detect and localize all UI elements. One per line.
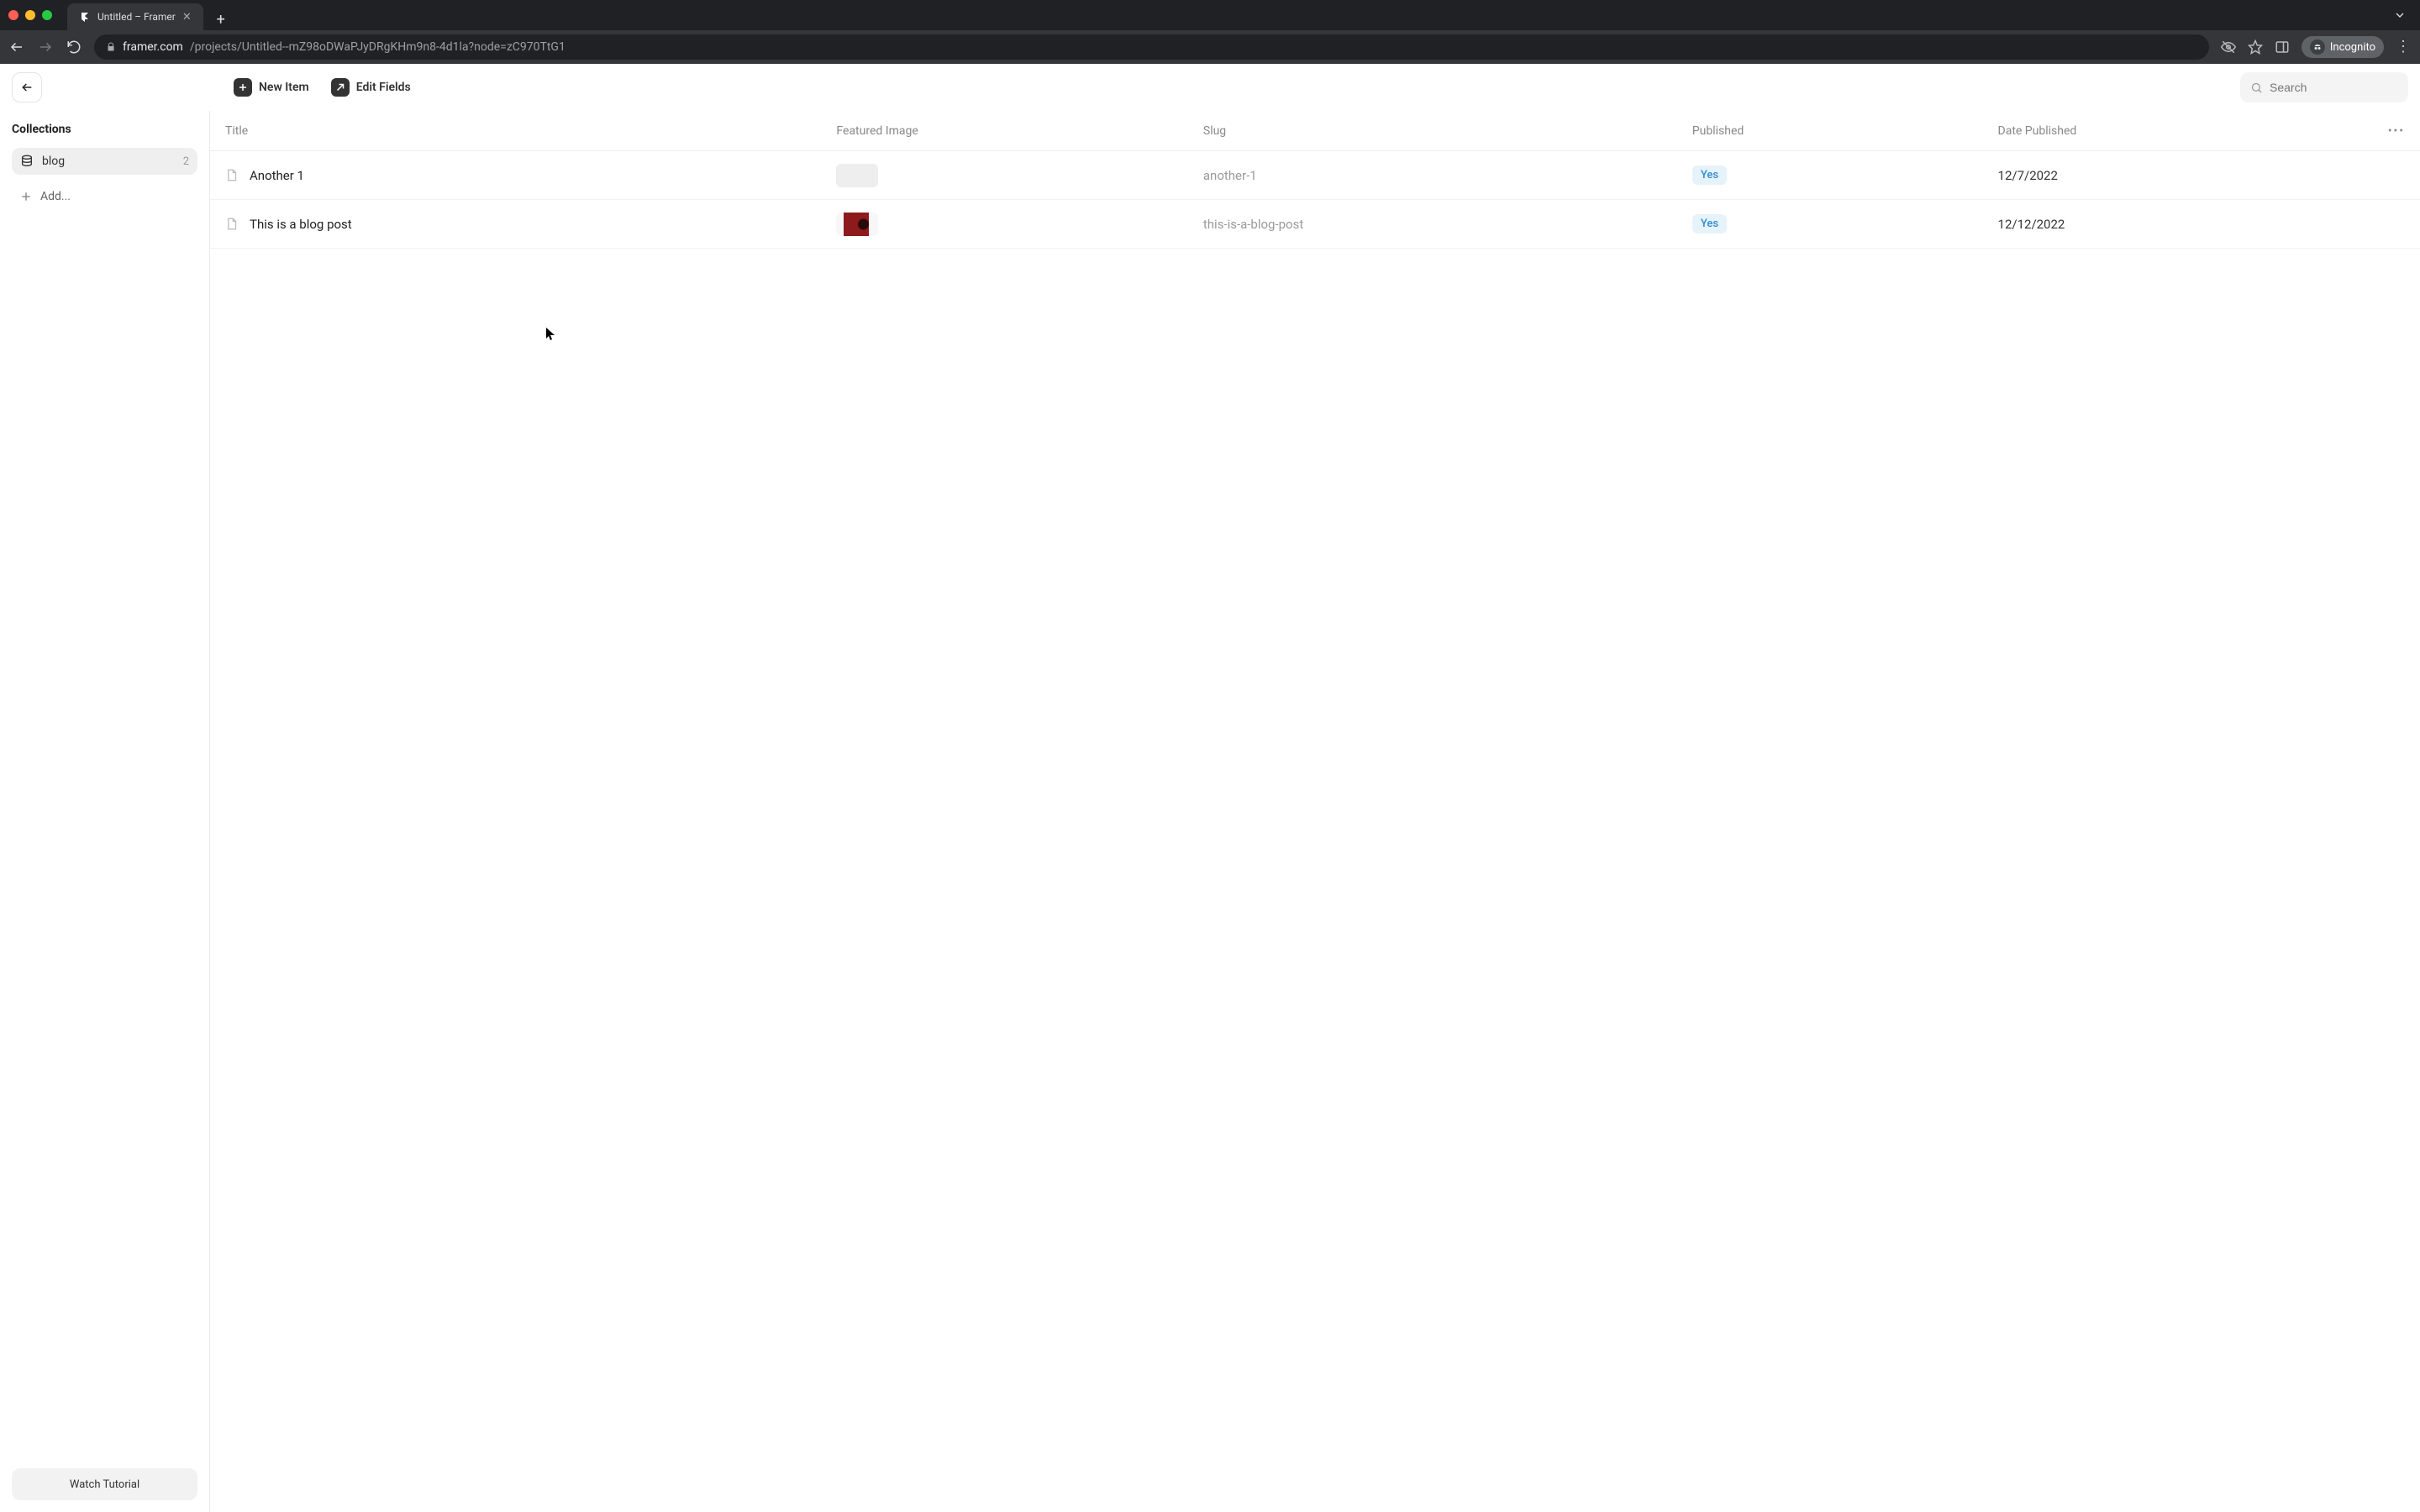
- search-field[interactable]: [2240, 72, 2408, 102]
- url-host: framer.com: [123, 40, 183, 54]
- tabstrip-chevron-icon[interactable]: [2393, 8, 2412, 22]
- row-title: This is a blog post: [250, 217, 352, 232]
- col-slug[interactable]: Slug: [1203, 124, 1692, 138]
- row-slug: this-is-a-blog-post: [1203, 217, 1692, 232]
- new-tab-button[interactable]: +: [210, 8, 232, 30]
- row-date: 12/12/2022: [1998, 217, 2365, 232]
- document-icon: [225, 169, 238, 181]
- browser-back-button[interactable]: [8, 39, 25, 55]
- url-path: /projects/Untitled--mZ98oDWaPJyDRgKHm9n8…: [190, 40, 566, 54]
- columns-menu-icon[interactable]: •••: [2365, 124, 2405, 138]
- featured-image-thumb[interactable]: [836, 164, 878, 187]
- table-header: Title Featured Image Slug Published Date…: [210, 111, 2420, 151]
- watch-tutorial-label: Watch Tutorial: [70, 1478, 139, 1491]
- browser-reload-button[interactable]: [66, 39, 82, 55]
- row-date: 12/7/2022: [1998, 168, 2365, 183]
- tab-close-icon[interactable]: ✕: [182, 11, 192, 24]
- sidebar-heading: Collections: [12, 123, 197, 136]
- browser-forward-button[interactable]: [37, 39, 54, 55]
- row-title: Another 1: [250, 168, 304, 183]
- incognito-icon: [2310, 39, 2325, 55]
- table-row[interactable]: This is a blog post this-is-a-blog-post …: [210, 200, 2420, 249]
- eye-off-icon[interactable]: [2221, 39, 2236, 55]
- app-toolbar: New Item Edit Fields: [0, 64, 2420, 111]
- watch-tutorial-button[interactable]: Watch Tutorial: [12, 1468, 197, 1500]
- sidebar: Collections blog 2 Add... Watch Tutorial: [0, 111, 210, 1512]
- sidebar-item-count: 2: [183, 155, 189, 168]
- incognito-badge[interactable]: Incognito: [2302, 36, 2384, 58]
- window-minimize-button[interactable]: [25, 10, 35, 20]
- row-slug: another-1: [1203, 168, 1692, 183]
- star-icon[interactable]: [2248, 39, 2263, 55]
- cursor-icon: [546, 328, 556, 341]
- sidebar-item-label: blog: [42, 155, 65, 168]
- plus-icon: [234, 78, 252, 97]
- window-maximize-button[interactable]: [42, 10, 52, 20]
- col-date[interactable]: Date Published: [1998, 124, 2365, 138]
- window-controls: [8, 10, 52, 20]
- browser-tab[interactable]: Untitled – Framer ✕: [67, 3, 203, 30]
- sidebar-add-label: Add...: [40, 190, 71, 203]
- edit-icon: [331, 78, 350, 97]
- panel-icon[interactable]: [2275, 39, 2290, 55]
- col-published[interactable]: Published: [1692, 124, 1998, 138]
- new-item-label: New Item: [259, 81, 309, 94]
- sidebar-add-button[interactable]: Add...: [12, 183, 197, 210]
- window-close-button[interactable]: [8, 10, 18, 20]
- plus-icon: [20, 191, 32, 202]
- featured-image-thumb[interactable]: [836, 213, 878, 236]
- published-badge: Yes: [1692, 214, 1727, 234]
- browser-titlebar: Untitled – Framer ✕ +: [0, 0, 2420, 30]
- browser-tabs: Untitled – Framer ✕ +: [67, 0, 2386, 30]
- document-icon: [225, 218, 238, 230]
- edit-fields-label: Edit Fields: [356, 81, 411, 94]
- app: New Item Edit Fields Collections blog: [0, 64, 2420, 1512]
- col-featured[interactable]: Featured Image: [836, 124, 1202, 138]
- browser-actions: Incognito ⋮: [2221, 36, 2412, 58]
- incognito-label: Incognito: [2330, 41, 2375, 54]
- browser-tab-title: Untitled – Framer: [97, 11, 176, 23]
- lock-icon: [106, 42, 116, 52]
- col-title[interactable]: Title: [225, 124, 836, 138]
- browser-toolbar: framer.com/projects/Untitled--mZ98oDWaPJ…: [0, 30, 2420, 64]
- published-badge: Yes: [1692, 165, 1727, 185]
- workspace: Collections blog 2 Add... Watch Tutorial: [0, 111, 2420, 1512]
- new-item-button[interactable]: New Item: [227, 73, 316, 102]
- database-icon: [20, 155, 34, 168]
- sidebar-item-blog[interactable]: blog 2: [12, 148, 197, 175]
- address-bar[interactable]: framer.com/projects/Untitled--mZ98oDWaPJ…: [94, 34, 2209, 60]
- search-input[interactable]: [2270, 81, 2420, 94]
- main-content: Title Featured Image Slug Published Date…: [210, 111, 2420, 1512]
- browser-chrome: Untitled – Framer ✕ + framer.com/project…: [0, 0, 2420, 64]
- edit-fields-button[interactable]: Edit Fields: [324, 73, 418, 102]
- framer-favicon-icon: [79, 11, 91, 23]
- search-icon: [2250, 81, 2263, 94]
- table-row[interactable]: Another 1 another-1 Yes 12/7/2022: [210, 151, 2420, 200]
- back-button[interactable]: [12, 72, 42, 102]
- browser-menu-icon[interactable]: ⋮: [2396, 39, 2412, 55]
